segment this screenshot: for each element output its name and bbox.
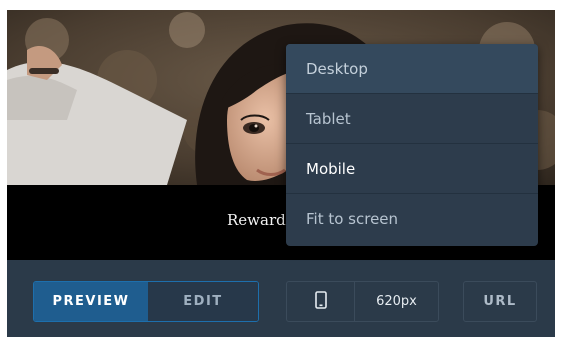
- url-button[interactable]: URL: [463, 281, 537, 322]
- preview-toolbar: PREVIEW EDIT 620px URL: [7, 260, 555, 337]
- mobile-phone-icon: [314, 290, 327, 313]
- mode-toggle: PREVIEW EDIT: [33, 281, 259, 322]
- menu-item-mobile[interactable]: Mobile: [286, 144, 538, 194]
- device-dropdown-button[interactable]: [287, 282, 355, 321]
- preview-button[interactable]: PREVIEW: [34, 282, 148, 321]
- preview-width-value: 620px: [376, 294, 417, 309]
- edit-button[interactable]: EDIT: [148, 282, 258, 321]
- menu-item-fit-to-screen[interactable]: Fit to screen: [286, 194, 538, 244]
- preview-caption: Rewards: [227, 211, 294, 229]
- menu-item-desktop[interactable]: Desktop: [286, 44, 538, 94]
- device-dropdown-menu: Desktop Tablet Mobile Fit to screen: [286, 44, 538, 246]
- device-selector: 620px: [286, 281, 439, 322]
- menu-item-tablet[interactable]: Tablet: [286, 94, 538, 144]
